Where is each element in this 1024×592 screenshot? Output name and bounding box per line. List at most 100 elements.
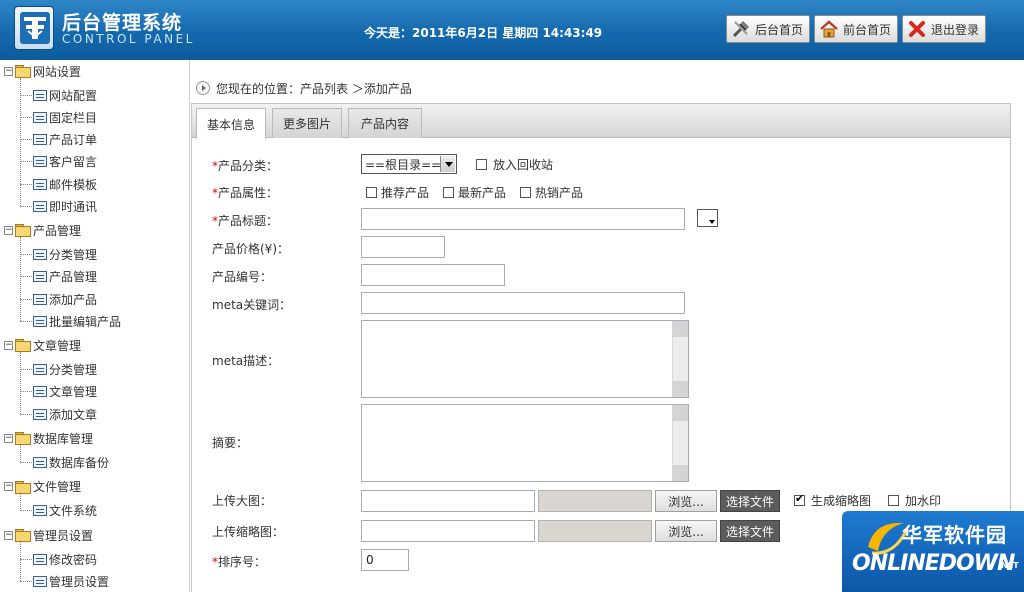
summary-scrollbar[interactable] <box>672 405 688 481</box>
admin-home-label: 后台首页 <box>754 22 803 37</box>
sidebar-item[interactable]: 文件系统 <box>20 502 97 520</box>
breadcrumb-arrow-icon <box>196 81 210 95</box>
sidebar-item[interactable]: 批量编辑产品 <box>20 312 121 330</box>
upload-thumb-pick-button[interactable]: 选择文件 <box>720 520 780 542</box>
sidebar-item-label: 网站配置 <box>49 88 98 103</box>
tree-vertical-line <box>20 445 21 463</box>
sidebar-item[interactable]: 邮件模板 <box>20 175 97 193</box>
meta-desc-textarea[interactable] <box>361 320 689 398</box>
folder-icon <box>15 339 31 353</box>
sort-input[interactable] <box>361 549 409 571</box>
collapse-toggle-icon[interactable]: − <box>4 66 13 76</box>
category-select-value: ==根目录== <box>365 157 442 172</box>
sidebar-item-label: 文章管理 <box>49 385 98 400</box>
page-icon <box>33 505 47 517</box>
tree-vertical-line <box>20 237 21 322</box>
sidebar-item[interactable]: 网站配置 <box>20 86 97 104</box>
attr-recommend-label: 推荐产品 <box>381 186 430 200</box>
page-icon <box>33 315 47 327</box>
attr-hot-checkbox[interactable] <box>520 187 532 198</box>
tree-connector <box>20 461 32 463</box>
admin-home-button[interactable]: 后台首页 <box>726 15 810 43</box>
sidebar-item-label: 文件系统 <box>49 504 98 519</box>
collapse-toggle-icon[interactable]: − <box>4 530 13 540</box>
sidebar-item[interactable]: 添加文章 <box>20 405 97 423</box>
logout-button[interactable]: 退出登录 <box>902 15 986 43</box>
upload-big-label: 上传大图： <box>212 494 273 508</box>
sidebar-item[interactable]: 产品管理 <box>20 268 97 286</box>
watermark-checkbox[interactable] <box>888 495 899 506</box>
sort-label: *排序号： <box>212 553 266 570</box>
upload-big-browse-button[interactable]: 浏览... <box>655 490 717 512</box>
sidebar-item-label: 添加产品 <box>49 292 98 307</box>
folder-icon <box>15 529 31 542</box>
gen-thumb-checkbox[interactable] <box>794 492 805 506</box>
collapse-toggle-icon[interactable]: − <box>4 340 13 350</box>
meta-desc-scrollbar[interactable] <box>672 321 688 397</box>
collapse-toggle-icon[interactable]: − <box>4 433 13 443</box>
upload-thumb-label: 上传缩略图： <box>212 525 285 539</box>
sidebar-group[interactable]: − 文件管理 <box>4 478 81 496</box>
sidebar-group[interactable]: − 产品管理 <box>4 221 81 239</box>
sidebar-item[interactable]: 即时通讯 <box>20 197 97 215</box>
tab-more-images[interactable]: 更多图片 <box>272 108 342 138</box>
page-icon <box>33 249 47 261</box>
sidebar-item[interactable]: 数据库备份 <box>20 453 109 471</box>
upload-big-file-field[interactable] <box>538 490 652 512</box>
sidebar-group[interactable]: − 数据库管理 <box>4 429 93 447</box>
sidebar-item-label: 分类管理 <box>49 248 98 263</box>
sidebar-item[interactable]: 管理员设置 <box>20 572 109 590</box>
page-icon <box>33 134 47 146</box>
summary-label: 摘要： <box>212 436 249 450</box>
sidebar-group-label: 文章管理 <box>33 338 82 353</box>
page-icon <box>33 89 47 101</box>
upload-thumb-browse-button[interactable]: 浏览... <box>655 520 717 542</box>
attr-newest-label: 最新产品 <box>458 186 507 200</box>
breadcrumb: 您现在的位置：产品列表 ＞添加产品 <box>196 78 1016 98</box>
sidebar-item[interactable]: 客户留言 <box>20 153 97 171</box>
watermark-net-text: .NET <box>998 561 1019 570</box>
price-input[interactable] <box>361 236 445 258</box>
recycle-label: 放入回收站 <box>493 158 554 172</box>
code-input[interactable] <box>361 264 505 286</box>
sidebar-group[interactable]: − 文章管理 <box>4 336 81 354</box>
tab-product-content[interactable]: 产品内容 <box>348 108 422 138</box>
page-icon <box>33 200 47 212</box>
collapse-toggle-icon[interactable]: − <box>4 482 13 492</box>
tree-connector <box>20 369 32 371</box>
title-input[interactable] <box>361 208 685 230</box>
sidebar-item-label: 客户留言 <box>49 155 98 170</box>
attr-newest-checkbox[interactable] <box>443 187 455 198</box>
house-icon <box>820 20 838 38</box>
sidebar-item[interactable]: 添加产品 <box>20 290 97 308</box>
sidebar-group-label: 数据库管理 <box>33 431 94 446</box>
front-home-button[interactable]: 前台首页 <box>814 15 898 43</box>
sidebar-item[interactable]: 文章管理 <box>20 383 97 401</box>
sidebar-item[interactable]: 产品订单 <box>20 131 97 149</box>
tab-basic-info[interactable]: 基本信息 <box>196 108 266 139</box>
sidebar-item[interactable]: 修改密码 <box>20 550 97 568</box>
upload-thumb-file-field[interactable] <box>538 520 652 542</box>
sidebar-item[interactable]: 分类管理 <box>20 361 97 379</box>
attr-recommend-checkbox[interactable] <box>366 187 377 198</box>
tree-vertical-line <box>20 352 21 414</box>
sidebar-item[interactable]: 固定栏目 <box>20 108 97 126</box>
recycle-checkbox[interactable] <box>476 159 487 170</box>
upload-big-path-input[interactable] <box>361 490 535 512</box>
upload-thumb-path-input[interactable] <box>361 520 535 542</box>
title-style-picker[interactable] <box>697 209 718 227</box>
sidebar-group-label: 网站设置 <box>33 64 82 79</box>
category-select[interactable]: ==根目录== <box>361 154 457 174</box>
sidebar-group[interactable]: − 管理员设置 <box>4 526 93 544</box>
tools-icon <box>732 21 749 38</box>
logout-label: 退出登录 <box>930 22 979 37</box>
collapse-toggle-icon[interactable]: − <box>4 225 13 235</box>
tree-vertical-line <box>20 78 21 207</box>
meta-keywords-input[interactable] <box>361 292 685 314</box>
attr-options: 推荐产品 最新产品 热销产品 <box>366 184 583 201</box>
sidebar-group[interactable]: − 网站设置 <box>4 62 81 80</box>
upload-big-pick-button[interactable]: 选择文件 <box>720 490 780 512</box>
summary-textarea[interactable] <box>361 404 689 482</box>
sidebar-item[interactable]: 分类管理 <box>20 246 97 264</box>
sidebar-item-label: 修改密码 <box>49 552 98 567</box>
